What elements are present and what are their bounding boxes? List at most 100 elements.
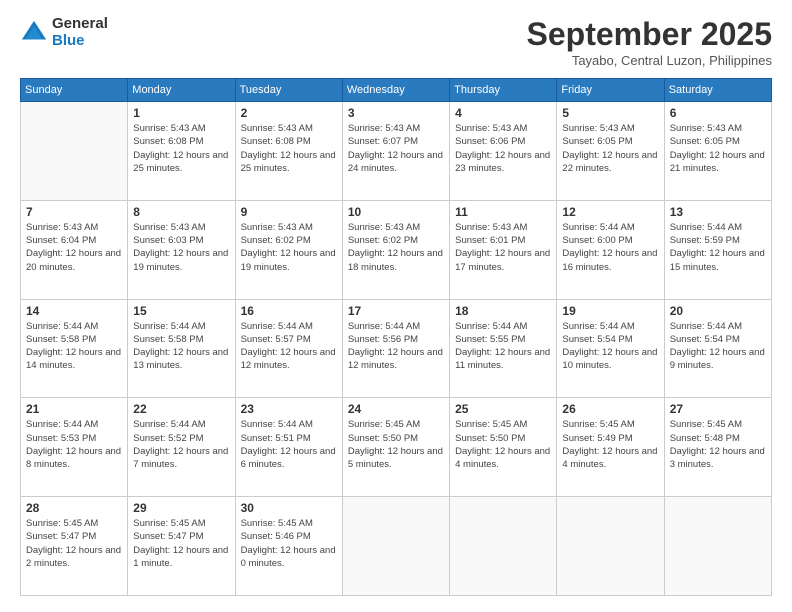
header-saturday: Saturday (664, 79, 771, 102)
day-info: Sunrise: 5:44 AM Sunset: 5:59 PM Dayligh… (670, 221, 766, 274)
day-info: Sunrise: 5:43 AM Sunset: 6:03 PM Dayligh… (133, 221, 229, 274)
calendar-cell: 28 Sunrise: 5:45 AM Sunset: 5:47 PM Dayli… (21, 497, 128, 596)
day-number: 13 (670, 205, 766, 219)
day-number: 25 (455, 402, 551, 416)
day-number: 10 (348, 205, 444, 219)
day-info: Sunrise: 5:44 AM Sunset: 5:57 PM Dayligh… (241, 320, 337, 373)
calendar-cell (557, 497, 664, 596)
day-info: Sunrise: 5:43 AM Sunset: 6:01 PM Dayligh… (455, 221, 551, 274)
calendar-cell: 16 Sunrise: 5:44 AM Sunset: 5:57 PM Dayli… (235, 299, 342, 398)
day-number: 20 (670, 304, 766, 318)
calendar-cell: 4 Sunrise: 5:43 AM Sunset: 6:06 PM Daylig… (450, 102, 557, 201)
calendar-cell: 22Sunrise: 5:44 AM Sunset: 5:52 PM Dayli… (128, 398, 235, 497)
day-number: 7 (26, 205, 122, 219)
day-number: 16 (241, 304, 337, 318)
day-info: Sunrise: 5:43 AM Sunset: 6:02 PM Dayligh… (241, 221, 337, 274)
day-info: Sunrise: 5:45 AM Sunset: 5:49 PM Dayligh… (562, 418, 658, 471)
day-number: 6 (670, 106, 766, 120)
calendar-cell: 30 Sunrise: 5:45 AM Sunset: 5:46 PM Dayli… (235, 497, 342, 596)
day-number: 21 (26, 402, 122, 416)
day-number: 2 (241, 106, 337, 120)
calendar-cell: 20 Sunrise: 5:44 AM Sunset: 5:54 PM Dayli… (664, 299, 771, 398)
calendar-cell: 15 Sunrise: 5:44 AM Sunset: 5:58 PM Dayli… (128, 299, 235, 398)
day-info: Sunrise: 5:43 AM Sunset: 6:05 PM Dayligh… (562, 122, 658, 175)
day-number: 18 (455, 304, 551, 318)
calendar-cell: 11 Sunrise: 5:43 AM Sunset: 6:01 PM Dayli… (450, 200, 557, 299)
day-number: 15 (133, 304, 229, 318)
day-number: 28 (26, 501, 122, 515)
day-number: 22 (133, 402, 229, 416)
day-info: Sunrise: 5:44 AM Sunset: 6:00 PM Dayligh… (562, 221, 658, 274)
calendar-cell: 26 Sunrise: 5:45 AM Sunset: 5:49 PM Dayli… (557, 398, 664, 497)
header-monday: Monday (128, 79, 235, 102)
day-number: 29 (133, 501, 229, 515)
day-info: Sunrise: 5:45 AM Sunset: 5:48 PM Dayligh… (670, 418, 766, 471)
calendar-table: Sunday Monday Tuesday Wednesday Thursday… (20, 78, 772, 596)
day-info: Sunrise: 5:44 AM Sunset: 5:58 PM Dayligh… (133, 320, 229, 373)
day-number: 30 (241, 501, 337, 515)
calendar-cell: 10 Sunrise: 5:43 AM Sunset: 6:02 PM Dayli… (342, 200, 449, 299)
header-friday: Friday (557, 79, 664, 102)
day-info: Sunrise: 5:45 AM Sunset: 5:47 PM Dayligh… (26, 517, 122, 570)
day-number: 8 (133, 205, 229, 219)
day-info: Sunrise: 5:45 AM Sunset: 5:50 PM Dayligh… (348, 418, 444, 471)
calendar-cell: 13 Sunrise: 5:44 AM Sunset: 5:59 PM Dayli… (664, 200, 771, 299)
calendar-cell (21, 102, 128, 201)
logo-general-text: General (52, 16, 108, 33)
day-info: Sunrise: 5:44 AM Sunset: 5:53 PM Dayligh… (26, 418, 122, 471)
day-info: Sunrise: 5:43 AM Sunset: 6:08 PM Dayligh… (241, 122, 337, 175)
calendar-cell: 25 Sunrise: 5:45 AM Sunset: 5:50 PM Dayli… (450, 398, 557, 497)
calendar-cell: 1Sunrise: 5:43 AM Sunset: 6:08 PM Daylig… (128, 102, 235, 201)
calendar-cell: 7 Sunrise: 5:43 AM Sunset: 6:04 PM Daylig… (21, 200, 128, 299)
day-number: 4 (455, 106, 551, 120)
calendar-cell: 6 Sunrise: 5:43 AM Sunset: 6:05 PM Daylig… (664, 102, 771, 201)
calendar-cell: 23 Sunrise: 5:44 AM Sunset: 5:51 PM Dayli… (235, 398, 342, 497)
day-number: 11 (455, 205, 551, 219)
day-number: 19 (562, 304, 658, 318)
day-info: Sunrise: 5:44 AM Sunset: 5:54 PM Dayligh… (670, 320, 766, 373)
header-tuesday: Tuesday (235, 79, 342, 102)
day-number: 24 (348, 402, 444, 416)
calendar-cell: 8 Sunrise: 5:43 AM Sunset: 6:03 PM Daylig… (128, 200, 235, 299)
weekday-header-row: Sunday Monday Tuesday Wednesday Thursday… (21, 79, 772, 102)
day-number: 27 (670, 402, 766, 416)
calendar-cell: 19 Sunrise: 5:44 AM Sunset: 5:54 PM Dayli… (557, 299, 664, 398)
day-info: Sunrise: 5:43 AM Sunset: 6:05 PM Dayligh… (670, 122, 766, 175)
day-info: Sunrise: 5:43 AM Sunset: 6:07 PM Dayligh… (348, 122, 444, 175)
calendar-cell: 18 Sunrise: 5:44 AM Sunset: 5:55 PM Dayli… (450, 299, 557, 398)
day-number: 23 (241, 402, 337, 416)
day-info: Sunrise: 5:44 AM Sunset: 5:55 PM Dayligh… (455, 320, 551, 373)
day-info: Sunrise: 5:44 AM Sunset: 5:56 PM Dayligh… (348, 320, 444, 373)
month-title: September 2025 (527, 16, 772, 53)
header-sunday: Sunday (21, 79, 128, 102)
calendar-cell (664, 497, 771, 596)
calendar-cell: 17 Sunrise: 5:44 AM Sunset: 5:56 PM Dayli… (342, 299, 449, 398)
day-info: Sunrise: 5:44 AM Sunset: 5:54 PM Dayligh… (562, 320, 658, 373)
day-info: Sunrise: 5:44 AM Sunset: 5:58 PM Dayligh… (26, 320, 122, 373)
day-info: Sunrise: 5:43 AM Sunset: 6:02 PM Dayligh… (348, 221, 444, 274)
day-info: Sunrise: 5:43 AM Sunset: 6:08 PM Dayligh… (133, 122, 229, 175)
calendar-cell: 2 Sunrise: 5:43 AM Sunset: 6:08 PM Daylig… (235, 102, 342, 201)
logo-blue-text: Blue (52, 33, 108, 50)
header-thursday: Thursday (450, 79, 557, 102)
calendar-cell: 29 Sunrise: 5:45 AM Sunset: 5:47 PM Dayli… (128, 497, 235, 596)
logo: General Blue (20, 16, 108, 49)
calendar-cell: 12Sunrise: 5:44 AM Sunset: 6:00 PM Dayli… (557, 200, 664, 299)
calendar-cell: 14Sunrise: 5:44 AM Sunset: 5:58 PM Dayli… (21, 299, 128, 398)
location-text: Tayabo, Central Luzon, Philippines (527, 53, 772, 68)
calendar-cell: 27 Sunrise: 5:45 AM Sunset: 5:48 PM Dayli… (664, 398, 771, 497)
day-info: Sunrise: 5:43 AM Sunset: 6:04 PM Dayligh… (26, 221, 122, 274)
day-number: 9 (241, 205, 337, 219)
day-info: Sunrise: 5:45 AM Sunset: 5:46 PM Dayligh… (241, 517, 337, 570)
day-number: 5 (562, 106, 658, 120)
day-info: Sunrise: 5:45 AM Sunset: 5:47 PM Dayligh… (133, 517, 229, 570)
calendar-cell (342, 497, 449, 596)
day-info: Sunrise: 5:45 AM Sunset: 5:50 PM Dayligh… (455, 418, 551, 471)
day-number: 26 (562, 402, 658, 416)
day-info: Sunrise: 5:44 AM Sunset: 5:51 PM Dayligh… (241, 418, 337, 471)
day-info: Sunrise: 5:43 AM Sunset: 6:06 PM Dayligh… (455, 122, 551, 175)
day-number: 17 (348, 304, 444, 318)
calendar-cell: 9 Sunrise: 5:43 AM Sunset: 6:02 PM Daylig… (235, 200, 342, 299)
header-wednesday: Wednesday (342, 79, 449, 102)
title-block: September 2025 Tayabo, Central Luzon, Ph… (527, 16, 772, 68)
